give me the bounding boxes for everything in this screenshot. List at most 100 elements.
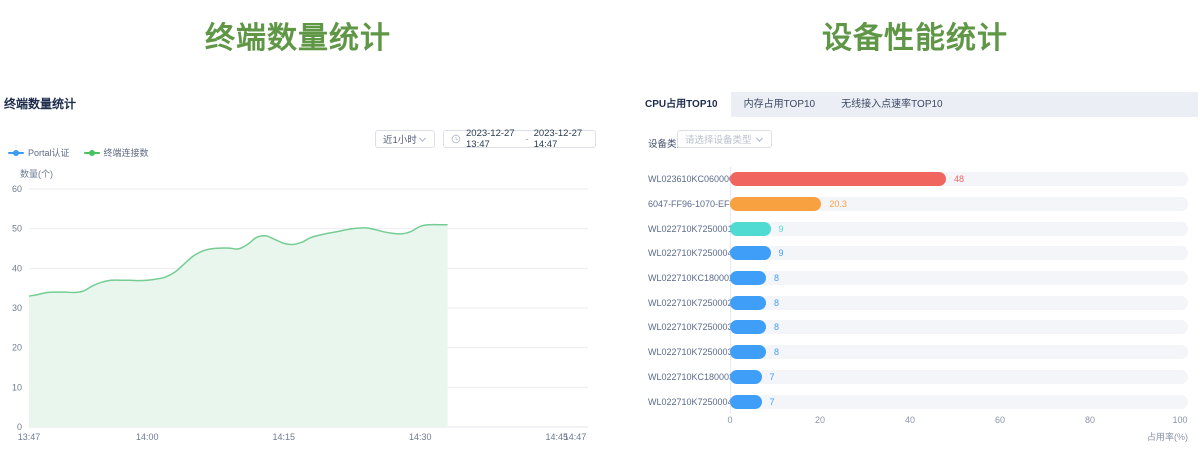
bar-value-label: 20.3: [829, 199, 847, 209]
x-tick-label: 13:47: [18, 432, 41, 442]
bar-category-label: WL022710K725000369: [648, 347, 722, 357]
date-range-separator: -: [525, 134, 528, 145]
cpu-top10-bar-chart: WL023610KC06000043 48 6047-FF96-1070-EF0A 2…: [648, 167, 1188, 414]
bar-value-label: 8: [774, 273, 779, 283]
legend-line-dot-icon: [84, 149, 100, 157]
bar-value-label: 48: [954, 174, 964, 184]
legend-label: 终端连接数: [104, 146, 149, 159]
bar-category-label: WL022710K725000409: [648, 248, 722, 258]
y-tick-label: 20: [12, 343, 22, 353]
time-range-value: 近1小时: [383, 132, 417, 146]
legend-label: Portal认证: [28, 146, 70, 159]
bar-track: 20.3: [730, 197, 1188, 211]
x-tick-label: 20: [815, 415, 825, 425]
bar-track: 8: [730, 320, 1188, 334]
bar-value-label: 8: [774, 298, 779, 308]
bar-track: 7: [730, 370, 1188, 384]
bar-row: WL023610KC06000043 48: [648, 167, 1188, 192]
terminal-panel-title: 终端数量统计: [4, 95, 76, 112]
x-tick-label: 100: [1172, 415, 1187, 425]
bar-track: 8: [730, 345, 1188, 359]
bar-category-label: WL022710KC18000372: [648, 372, 722, 382]
bar-row: WL022710K725000470 7: [648, 389, 1188, 414]
bar-category-label: WL022710KC18000280: [648, 273, 722, 283]
tab-inactive[interactable]: 无线接入点速率TOP10: [828, 92, 956, 117]
line-chart-legend: Portal认证 终端连接数: [8, 146, 149, 159]
chevron-down-icon: [755, 135, 764, 144]
y-tick-label: 60: [12, 184, 22, 194]
tab-active[interactable]: CPU占用TOP10: [632, 92, 731, 117]
bar-category-label: WL022710K725000102: [648, 224, 722, 234]
x-tick-label: 40: [905, 415, 915, 425]
bar-track: 9: [730, 246, 1188, 260]
bar-value-label: 7: [770, 372, 775, 382]
bar: [730, 246, 771, 260]
bar-row: WL022710KC18000280 8: [648, 266, 1188, 291]
x-tick-label: 14:00: [136, 432, 159, 442]
y-tick-label: 0: [17, 422, 22, 432]
bar: [730, 370, 762, 384]
bar-track: 7: [730, 395, 1188, 409]
x-tick-label: 14:30: [409, 432, 432, 442]
bar: [730, 172, 946, 186]
date-range-end[interactable]: 2023-12-27 14:47: [534, 128, 588, 150]
bar-chart-x-ticks: 0 20 40 60 80 100: [648, 415, 1188, 427]
y-tick-label: 10: [12, 382, 22, 392]
bar-category-label: WL022710K725000272: [648, 298, 722, 308]
bar-value-label: 8: [774, 322, 779, 332]
bar: [730, 395, 762, 409]
date-range-picker[interactable]: 2023-12-27 13:47 - 2023-12-27 14:47: [443, 130, 596, 148]
bar: [730, 296, 766, 310]
bar-track: 48: [730, 172, 1188, 186]
bar-row: WL022710KC18000372 7: [648, 365, 1188, 390]
bar-value-label: 7: [770, 397, 775, 407]
bar-category-label: 6047-FF96-1070-EF0A: [648, 199, 722, 209]
area-fill: [29, 225, 448, 427]
clock-icon: [451, 134, 461, 144]
bar: [730, 222, 771, 236]
bar-track: 9: [730, 222, 1188, 236]
bar-row: WL022710K725000272 8: [648, 290, 1188, 315]
x-tick-label: 14:15: [273, 432, 296, 442]
x-tick-label: 14:47: [564, 432, 587, 442]
bar-category-label: WL022710K725000307: [648, 322, 722, 332]
bar: [730, 345, 766, 359]
bar-chart-x-axis-label: 占用率(%): [1132, 430, 1188, 443]
legend-item[interactable]: 终端连接数: [84, 146, 149, 159]
bar: [730, 320, 766, 334]
y-axis-title: 数量(个): [20, 167, 53, 180]
tab-inactive[interactable]: 内存占用TOP10: [731, 92, 829, 117]
bar-row: 6047-FF96-1070-EF0A 20.3: [648, 192, 1188, 217]
x-tick-label: 0: [727, 415, 732, 425]
bar-row: WL022710K725000102 9: [648, 216, 1188, 241]
y-tick-label: 40: [12, 263, 22, 273]
device-type-select[interactable]: 请选择设备类型: [677, 130, 772, 148]
time-range-select[interactable]: 近1小时: [375, 130, 435, 148]
bar-row: WL022710K725000369 8: [648, 340, 1188, 365]
legend-line-dot-icon: [8, 149, 24, 157]
y-tick-label: 50: [12, 224, 22, 234]
performance-tabbar: CPU占用TOP10内存占用TOP10无线接入点速率TOP10: [632, 92, 1198, 117]
bar-category-label: WL023610KC06000043: [648, 174, 722, 184]
bar-value-label: 9: [779, 224, 784, 234]
x-tick-label: 60: [995, 415, 1005, 425]
right-section-title: 设备性能统计: [632, 13, 1198, 57]
date-range-start[interactable]: 2023-12-27 13:47: [466, 128, 520, 150]
bar-value-label: 8: [774, 347, 779, 357]
chevron-down-icon: [418, 135, 427, 144]
bar-category-label: WL022710K725000470: [648, 397, 722, 407]
terminal-count-area-chart: 010203040506013:4714:0014:1514:3014:4514…: [0, 182, 596, 448]
bar: [730, 197, 821, 211]
bar-value-label: 9: [779, 248, 784, 258]
dashboard-page: 终端数量统计 设备性能统计 终端数量统计 近1小时 2023-12-27 13:…: [0, 0, 1200, 456]
bar-row: WL022710K725000307 8: [648, 315, 1188, 340]
legend-item[interactable]: Portal认证: [8, 146, 70, 159]
x-tick-label: 80: [1085, 415, 1095, 425]
bar-row: WL022710K725000409 9: [648, 241, 1188, 266]
y-tick-label: 30: [12, 303, 22, 313]
left-section-title: 终端数量统计: [0, 13, 596, 57]
bar-track: 8: [730, 296, 1188, 310]
bar-track: 8: [730, 271, 1188, 285]
device-type-placeholder: 请选择设备类型: [685, 132, 752, 146]
bar: [730, 271, 766, 285]
